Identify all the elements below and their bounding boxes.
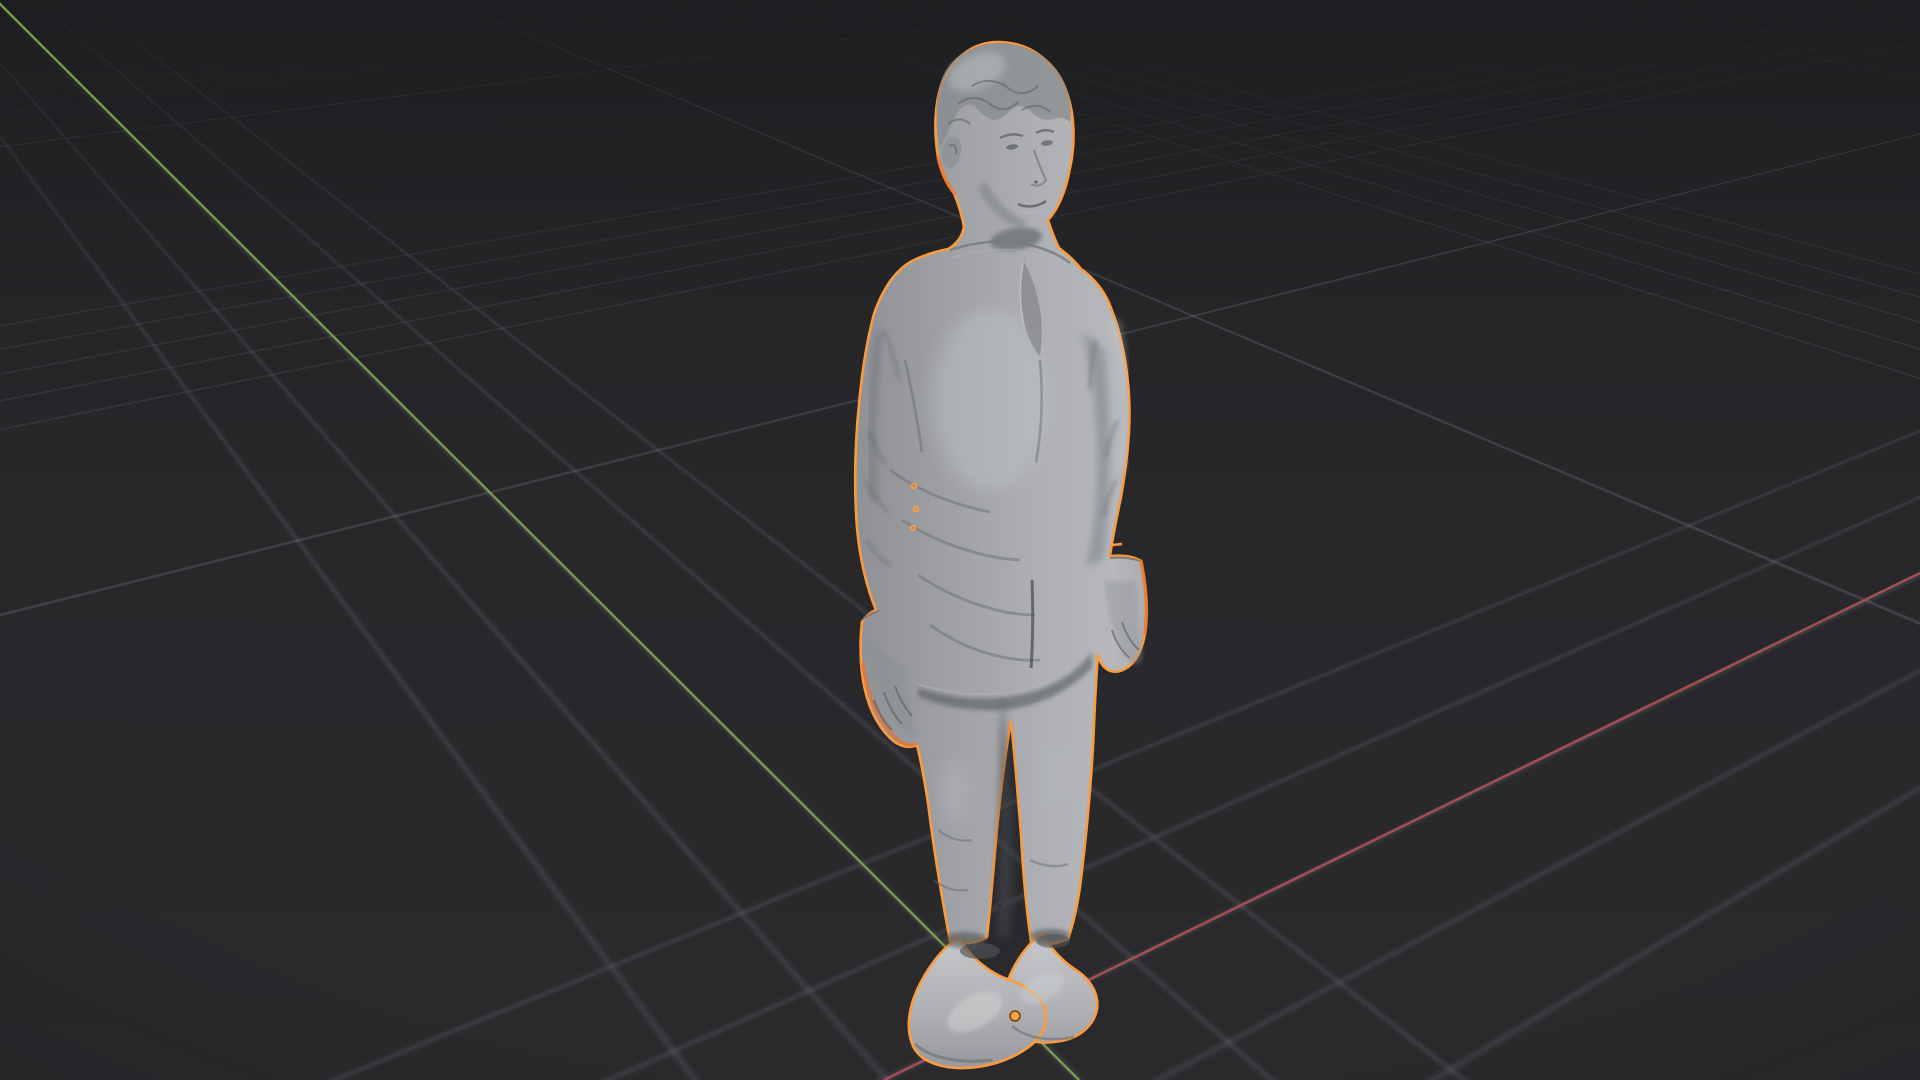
object-origin-dot <box>1009 1010 1021 1022</box>
mesh-speck <box>992 916 996 920</box>
human-model[interactable] <box>853 40 1149 1070</box>
3d-viewport[interactable] <box>0 0 1920 1080</box>
scene-overlay <box>0 2 1920 1080</box>
mesh-speck <box>998 904 1002 908</box>
